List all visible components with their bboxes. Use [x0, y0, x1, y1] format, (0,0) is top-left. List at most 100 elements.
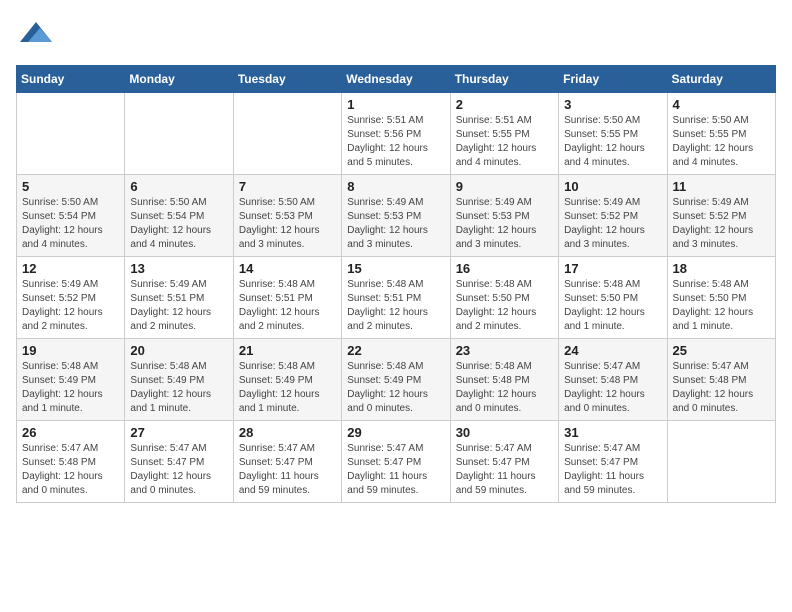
calendar-cell: 9 Sunrise: 5:49 AM Sunset: 5:53 PM Daylig… — [450, 175, 558, 257]
calendar-cell: 20 Sunrise: 5:48 AM Sunset: 5:49 PM Dayli… — [125, 339, 233, 421]
calendar-header: SundayMondayTuesdayWednesdayThursdayFrid… — [17, 66, 776, 93]
calendar-cell: 10Sunrise: 5:49 AM Sunset: 5:52 PM Dayli… — [559, 175, 667, 257]
day-number: 3 — [564, 97, 661, 112]
day-number: 19 — [22, 343, 119, 358]
calendar-cell: 28 Sunrise: 5:47 AM Sunset: 5:47 PM Dayli… — [233, 421, 341, 503]
calendar-week-3: 12 Sunrise: 5:49 AM Sunset: 5:52 PM Dayli… — [17, 257, 776, 339]
day-detail: Sunrise: 5:48 AM Sunset: 5:50 PM Dayligh… — [456, 278, 553, 334]
calendar-cell: 19 Sunrise: 5:48 AM Sunset: 5:49 PM Dayli… — [17, 339, 125, 421]
calendar-cell: 31 Sunrise: 5:47 AM Sunset: 5:47 PM Dayli… — [559, 421, 667, 503]
day-number: 22 — [347, 343, 444, 358]
day-number: 17 — [564, 261, 661, 276]
calendar-cell: 6 Sunrise: 5:50 AM Sunset: 5:54 PM Daylig… — [125, 175, 233, 257]
day-detail: Sunrise: 5:48 AM Sunset: 5:50 PM Dayligh… — [564, 278, 661, 334]
calendar-cell: 4 Sunrise: 5:50 AM Sunset: 5:55 PM Daylig… — [667, 93, 775, 175]
day-number: 8 — [347, 179, 444, 194]
day-number: 12 — [22, 261, 119, 276]
weekday-header-thursday: Thursday — [450, 66, 558, 93]
calendar-week-2: 5 Sunrise: 5:50 AM Sunset: 5:54 PM Daylig… — [17, 175, 776, 257]
page-header — [16, 16, 776, 53]
day-detail: Sunrise: 5:48 AM Sunset: 5:51 PM Dayligh… — [239, 278, 336, 334]
day-detail: Sunrise: 5:49 AM Sunset: 5:52 PM Dayligh… — [673, 196, 770, 252]
calendar-week-5: 26Sunrise: 5:47 AM Sunset: 5:48 PM Dayli… — [17, 421, 776, 503]
calendar-cell: 27 Sunrise: 5:47 AM Sunset: 5:47 PM Dayli… — [125, 421, 233, 503]
calendar-cell: 8 Sunrise: 5:49 AM Sunset: 5:53 PM Daylig… — [342, 175, 450, 257]
weekday-header-tuesday: Tuesday — [233, 66, 341, 93]
calendar-cell: 7 Sunrise: 5:50 AM Sunset: 5:53 PM Daylig… — [233, 175, 341, 257]
calendar-cell: 25Sunrise: 5:47 AM Sunset: 5:48 PM Dayli… — [667, 339, 775, 421]
day-detail: Sunrise: 5:50 AM Sunset: 5:55 PM Dayligh… — [673, 114, 770, 170]
day-number: 24 — [564, 343, 661, 358]
day-detail: Sunrise: 5:50 AM Sunset: 5:54 PM Dayligh… — [22, 196, 119, 252]
day-detail: Sunrise: 5:49 AM Sunset: 5:52 PM Dayligh… — [22, 278, 119, 334]
calendar-cell: 12 Sunrise: 5:49 AM Sunset: 5:52 PM Dayli… — [17, 257, 125, 339]
day-number: 23 — [456, 343, 553, 358]
day-detail: Sunrise: 5:50 AM Sunset: 5:53 PM Dayligh… — [239, 196, 336, 252]
calendar-cell: 29Sunrise: 5:47 AM Sunset: 5:47 PM Dayli… — [342, 421, 450, 503]
calendar-cell: 2Sunrise: 5:51 AM Sunset: 5:55 PM Daylig… — [450, 93, 558, 175]
calendar-cell: 5 Sunrise: 5:50 AM Sunset: 5:54 PM Daylig… — [17, 175, 125, 257]
calendar-cell: 21Sunrise: 5:48 AM Sunset: 5:49 PM Dayli… — [233, 339, 341, 421]
day-detail: Sunrise: 5:49 AM Sunset: 5:53 PM Dayligh… — [347, 196, 444, 252]
day-detail: Sunrise: 5:48 AM Sunset: 5:50 PM Dayligh… — [673, 278, 770, 334]
day-detail: Sunrise: 5:47 AM Sunset: 5:47 PM Dayligh… — [456, 442, 553, 498]
calendar-cell: 13Sunrise: 5:49 AM Sunset: 5:51 PM Dayli… — [125, 257, 233, 339]
day-number: 5 — [22, 179, 119, 194]
day-detail: Sunrise: 5:48 AM Sunset: 5:49 PM Dayligh… — [239, 360, 336, 416]
calendar-cell: 18Sunrise: 5:48 AM Sunset: 5:50 PM Dayli… — [667, 257, 775, 339]
day-detail: Sunrise: 5:47 AM Sunset: 5:48 PM Dayligh… — [564, 360, 661, 416]
logo-icon — [20, 16, 52, 48]
day-detail: Sunrise: 5:48 AM Sunset: 5:49 PM Dayligh… — [347, 360, 444, 416]
day-detail: Sunrise: 5:50 AM Sunset: 5:54 PM Dayligh… — [130, 196, 227, 252]
day-number: 16 — [456, 261, 553, 276]
day-detail: Sunrise: 5:47 AM Sunset: 5:48 PM Dayligh… — [673, 360, 770, 416]
day-detail: Sunrise: 5:49 AM Sunset: 5:52 PM Dayligh… — [564, 196, 661, 252]
weekday-header-friday: Friday — [559, 66, 667, 93]
calendar-table: SundayMondayTuesdayWednesdayThursdayFrid… — [16, 65, 776, 503]
logo — [16, 16, 52, 53]
weekday-header-sunday: Sunday — [17, 66, 125, 93]
day-detail: Sunrise: 5:47 AM Sunset: 5:47 PM Dayligh… — [239, 442, 336, 498]
calendar-cell: 22 Sunrise: 5:48 AM Sunset: 5:49 PM Dayli… — [342, 339, 450, 421]
day-detail: Sunrise: 5:51 AM Sunset: 5:56 PM Dayligh… — [347, 114, 444, 170]
day-number: 4 — [673, 97, 770, 112]
day-detail: Sunrise: 5:47 AM Sunset: 5:47 PM Dayligh… — [130, 442, 227, 498]
day-number: 6 — [130, 179, 227, 194]
day-number: 20 — [130, 343, 227, 358]
day-number: 15 — [347, 261, 444, 276]
calendar-cell — [667, 421, 775, 503]
calendar-cell — [233, 93, 341, 175]
day-detail: Sunrise: 5:48 AM Sunset: 5:48 PM Dayligh… — [456, 360, 553, 416]
calendar-cell: 14 Sunrise: 5:48 AM Sunset: 5:51 PM Dayli… — [233, 257, 341, 339]
calendar-cell: 23 Sunrise: 5:48 AM Sunset: 5:48 PM Dayli… — [450, 339, 558, 421]
calendar-cell: 26Sunrise: 5:47 AM Sunset: 5:48 PM Dayli… — [17, 421, 125, 503]
day-detail: Sunrise: 5:49 AM Sunset: 5:53 PM Dayligh… — [456, 196, 553, 252]
weekday-header-wednesday: Wednesday — [342, 66, 450, 93]
day-number: 7 — [239, 179, 336, 194]
calendar-cell: 11Sunrise: 5:49 AM Sunset: 5:52 PM Dayli… — [667, 175, 775, 257]
day-number: 30 — [456, 425, 553, 440]
calendar-cell — [17, 93, 125, 175]
calendar-cell: 15 Sunrise: 5:48 AM Sunset: 5:51 PM Dayli… — [342, 257, 450, 339]
calendar-body: 1 Sunrise: 5:51 AM Sunset: 5:56 PM Daylig… — [17, 93, 776, 503]
calendar-cell: 17 Sunrise: 5:48 AM Sunset: 5:50 PM Dayli… — [559, 257, 667, 339]
day-number: 28 — [239, 425, 336, 440]
day-detail: Sunrise: 5:48 AM Sunset: 5:49 PM Dayligh… — [22, 360, 119, 416]
day-number: 26 — [22, 425, 119, 440]
calendar-week-1: 1 Sunrise: 5:51 AM Sunset: 5:56 PM Daylig… — [17, 93, 776, 175]
calendar-cell: 16 Sunrise: 5:48 AM Sunset: 5:50 PM Dayli… — [450, 257, 558, 339]
day-detail: Sunrise: 5:47 AM Sunset: 5:47 PM Dayligh… — [564, 442, 661, 498]
day-detail: Sunrise: 5:48 AM Sunset: 5:51 PM Dayligh… — [347, 278, 444, 334]
day-number: 9 — [456, 179, 553, 194]
calendar-cell: 1 Sunrise: 5:51 AM Sunset: 5:56 PM Daylig… — [342, 93, 450, 175]
calendar-cell: 30 Sunrise: 5:47 AM Sunset: 5:47 PM Dayli… — [450, 421, 558, 503]
day-number: 1 — [347, 97, 444, 112]
calendar-cell: 3Sunrise: 5:50 AM Sunset: 5:55 PM Daylig… — [559, 93, 667, 175]
day-number: 31 — [564, 425, 661, 440]
day-number: 14 — [239, 261, 336, 276]
weekday-header-saturday: Saturday — [667, 66, 775, 93]
day-number: 29 — [347, 425, 444, 440]
day-number: 27 — [130, 425, 227, 440]
day-detail: Sunrise: 5:48 AM Sunset: 5:49 PM Dayligh… — [130, 360, 227, 416]
weekday-header-monday: Monday — [125, 66, 233, 93]
